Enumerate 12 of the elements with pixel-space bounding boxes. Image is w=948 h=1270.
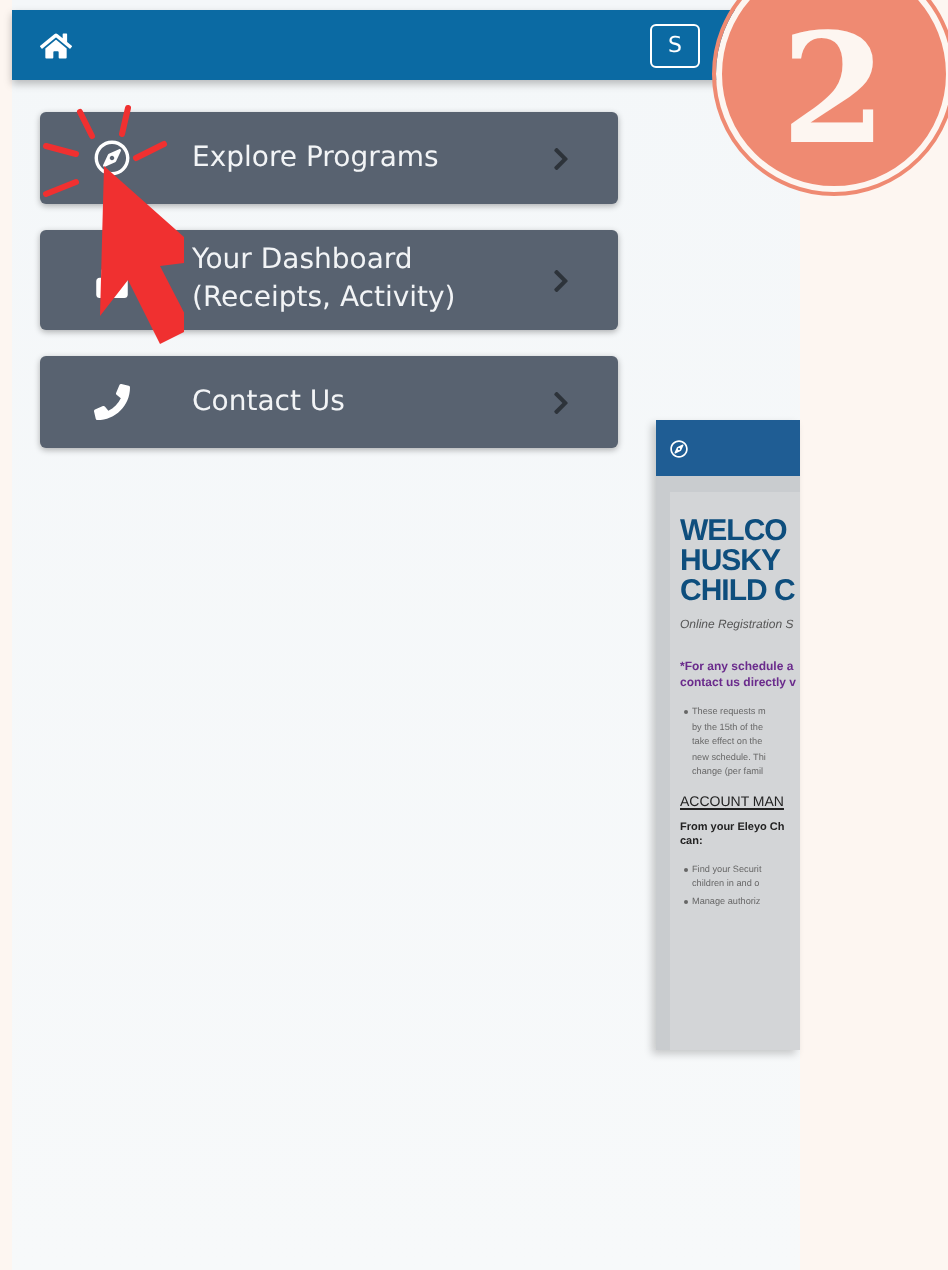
inset-title: WELCO HUSKY CHILD C [680, 516, 797, 606]
chevron-icon [548, 267, 574, 293]
menu-button[interactable]: Contact Us [40, 356, 618, 448]
compass-icon [94, 140, 130, 176]
chevron-icon [548, 145, 574, 171]
chevron-icon [548, 389, 574, 415]
home-icon[interactable] [40, 29, 72, 61]
step-number-badge: 2 [716, 0, 948, 192]
phone-icon [94, 384, 130, 420]
header-button[interactable]: S [650, 23, 700, 67]
menu-button[interactable]: Explore Programs [40, 112, 618, 204]
compass-icon [670, 439, 688, 457]
